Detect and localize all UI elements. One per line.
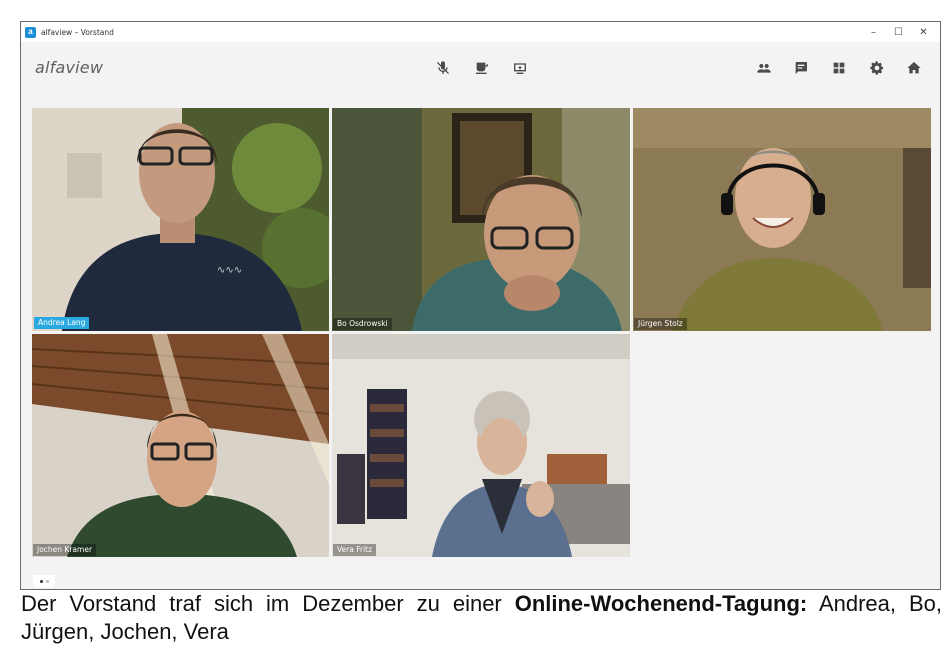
video-tile-juergen-stolz[interactable]: Jürgen Stolz xyxy=(633,108,931,331)
title-bar: a alfaview – Vorstand – ☐ ✕ xyxy=(21,22,940,42)
app-window: a alfaview – Vorstand – ☐ ✕ alfaview ∿∿∿… xyxy=(20,21,941,590)
minimize-button[interactable]: – xyxy=(861,22,886,42)
settings-gear-icon[interactable] xyxy=(867,58,887,78)
video-tile-bo-osdrowski[interactable]: Bo Osdrowski xyxy=(332,108,630,331)
home-icon[interactable] xyxy=(904,58,924,78)
participants-icon[interactable] xyxy=(754,58,774,78)
participant-name: Jochen Kramer xyxy=(33,543,97,556)
alfaview-app-icon: a xyxy=(25,26,36,38)
chat-icon[interactable] xyxy=(791,58,811,78)
coffee-break-icon[interactable] xyxy=(472,58,492,78)
participant-video xyxy=(32,334,329,557)
participant-name: Bo Osdrowski xyxy=(333,317,392,330)
participant-video xyxy=(332,334,630,557)
screen-share-icon[interactable] xyxy=(510,58,530,78)
maximize-button[interactable]: ☐ xyxy=(886,22,911,42)
toolbar: alfaview xyxy=(21,42,940,98)
page-dot[interactable] xyxy=(45,579,49,583)
svg-text:∿∿∿: ∿∿∿ xyxy=(217,265,242,276)
participant-name: Vera Fritz xyxy=(333,543,377,556)
participant-name: Andrea Lang xyxy=(34,316,90,329)
participant-name: Jürgen Stolz xyxy=(634,317,687,330)
page-dot-active[interactable] xyxy=(39,579,43,583)
layout-grid-icon[interactable] xyxy=(829,58,849,78)
participant-video xyxy=(633,108,931,331)
close-button[interactable]: ✕ xyxy=(911,22,936,42)
window-controls: – ☐ ✕ xyxy=(861,22,936,42)
caption-text-before: Der Vorstand traf sich im Dezember zu ei… xyxy=(21,591,515,616)
window-title: alfaview – Vorstand xyxy=(41,27,114,37)
brand-logo: alfaview xyxy=(35,58,104,77)
video-tile-vera-fritz[interactable]: Vera Fritz xyxy=(332,334,630,557)
participant-video xyxy=(332,108,630,331)
page-indicator[interactable] xyxy=(33,575,55,587)
video-tile-jochen-kramer[interactable]: Jochen Kramer xyxy=(32,334,329,557)
caption-bold: Online-Wochenend-Tagung: xyxy=(514,591,808,616)
microphone-muted-icon[interactable] xyxy=(433,58,453,78)
participant-video: ∿∿∿ xyxy=(32,108,329,331)
video-tile-andrea-lang[interactable]: ∿∿∿ Andrea Lang xyxy=(32,108,329,331)
caption: Der Vorstand traf sich im Dezember zu ei… xyxy=(21,590,942,646)
